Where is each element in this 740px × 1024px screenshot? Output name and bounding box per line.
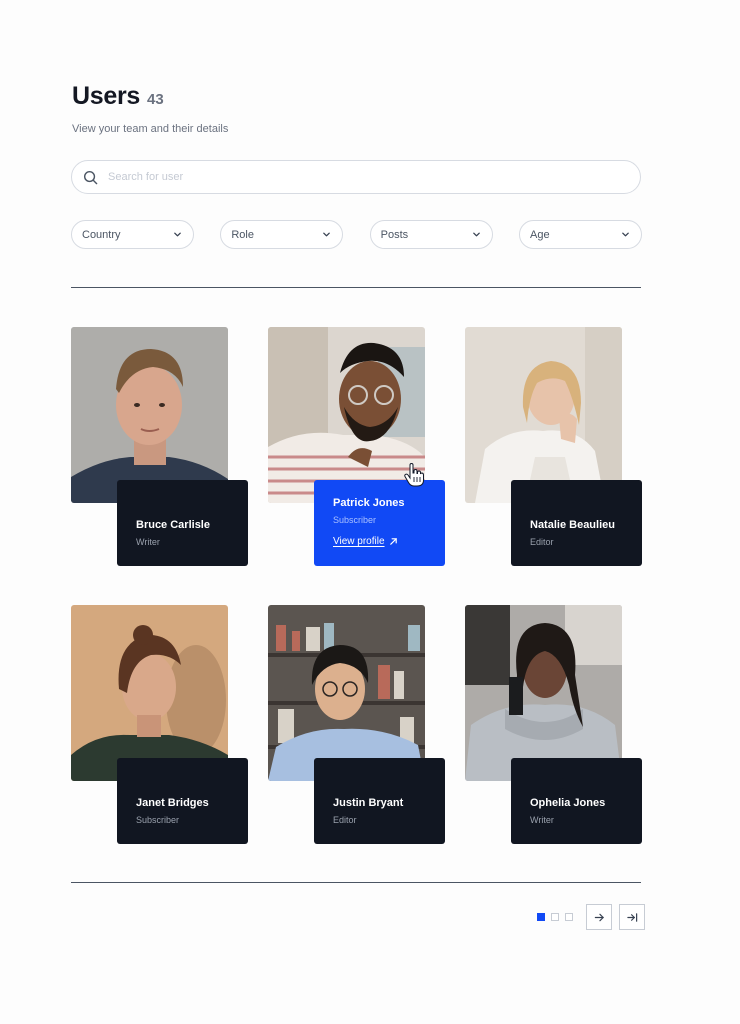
user-name: Bruce Carlisle <box>136 519 210 531</box>
user-photo <box>465 605 622 781</box>
user-photo <box>71 327 228 503</box>
page-title: Users <box>72 82 140 110</box>
user-info-panel: Bruce Carlisle Writer <box>117 480 248 566</box>
user-photo <box>268 605 425 781</box>
user-info-panel: Patrick Jones Subscriber View profile <box>314 480 445 566</box>
view-profile-label: View profile <box>333 536 385 547</box>
page-indicator-3[interactable] <box>565 913 573 921</box>
next-page-button[interactable] <box>586 904 612 930</box>
filter-label: Posts <box>380 228 409 241</box>
chevron-down-icon <box>622 232 629 237</box>
user-role: Editor <box>530 537 554 547</box>
country-filter[interactable]: Country <box>71 220 194 249</box>
user-role: Writer <box>136 537 160 547</box>
posts-filter[interactable]: Posts <box>369 220 493 249</box>
user-role: Subscriber <box>333 515 377 525</box>
search-bar[interactable] <box>71 160 641 194</box>
user-card[interactable]: Bruce Carlisle Writer <box>71 327 248 566</box>
user-name: Natalie Beaulieu <box>530 519 615 531</box>
arrow-right-icon <box>594 913 604 921</box>
user-card[interactable]: Janet Bridges Subscriber <box>71 605 248 844</box>
chevron-down-icon <box>174 232 181 237</box>
user-name: Janet Bridges <box>136 797 209 809</box>
filter-row: Country Role Posts Age <box>71 220 642 249</box>
filter-label: Role <box>231 228 254 241</box>
user-card[interactable]: Ophelia Jones Writer <box>465 605 642 844</box>
user-info-panel: Justin Bryant Editor <box>314 758 445 844</box>
user-photo <box>268 327 425 503</box>
page-header: Users 43 View your team and their detail… <box>72 82 228 135</box>
user-card-active[interactable]: Patrick Jones Subscriber View profile <box>268 327 445 566</box>
pagination <box>537 904 645 930</box>
user-card[interactable]: Natalie Beaulieu Editor <box>465 327 642 566</box>
view-profile-link[interactable]: View profile <box>333 536 445 547</box>
user-info-panel: Janet Bridges Subscriber <box>117 758 248 844</box>
user-card[interactable]: Justin Bryant Editor <box>268 605 445 844</box>
last-page-button[interactable] <box>619 904 645 930</box>
search-input[interactable] <box>108 161 640 193</box>
user-count: 43 <box>147 91 164 108</box>
user-role: Editor <box>333 815 357 825</box>
page-subtitle: View your team and their details <box>72 123 229 135</box>
chevron-down-icon <box>323 232 331 237</box>
user-name: Ophelia Jones <box>530 797 606 809</box>
title-row: Users 43 <box>72 82 228 111</box>
page-indicator-1[interactable] <box>537 913 545 921</box>
user-role: Subscriber <box>136 815 180 825</box>
chevron-down-icon <box>472 232 480 237</box>
user-info-panel: Natalie Beaulieu Editor <box>511 480 642 566</box>
filter-label: Country <box>82 228 121 241</box>
page-indicator-2[interactable] <box>551 913 559 921</box>
hand-cursor-icon <box>404 463 424 487</box>
age-filter[interactable]: Age <box>518 220 642 249</box>
user-role: Writer <box>530 815 554 825</box>
filter-label: Age <box>529 228 550 241</box>
arrow-to-end-icon <box>626 912 637 922</box>
section-divider <box>71 882 641 883</box>
user-name: Patrick Jones <box>333 497 405 509</box>
user-name: Justin Bryant <box>333 797 404 809</box>
section-divider <box>71 287 641 288</box>
user-info-panel: Ophelia Jones Writer <box>511 758 642 844</box>
user-photo <box>465 327 622 503</box>
user-photo <box>71 605 228 781</box>
search-icon <box>83 170 98 184</box>
role-filter[interactable]: Role <box>220 220 344 249</box>
arrow-up-right-icon <box>389 538 397 545</box>
